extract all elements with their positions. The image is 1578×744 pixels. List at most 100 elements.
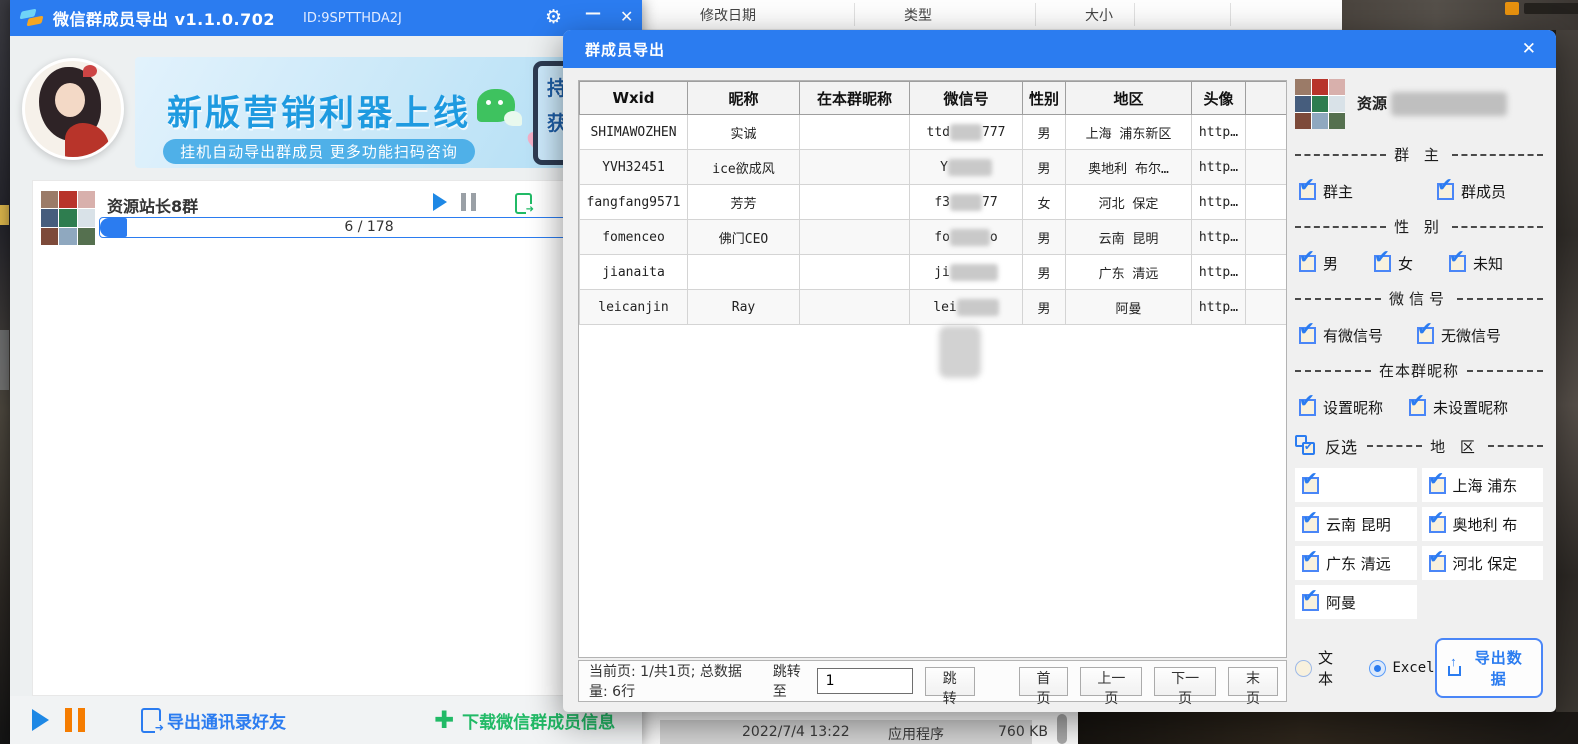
- cell-wxid: leicanjin: [580, 290, 688, 325]
- table-row[interactable]: YVH32451 ice欲成风 Y 男 奥地利 布尔… http…: [580, 150, 1287, 185]
- checkbox-region[interactable]: ✔: [1429, 477, 1446, 494]
- checkbox-female[interactable]: ✔: [1374, 255, 1391, 272]
- export-controls: 文本 Excel 导出数据: [1295, 638, 1543, 698]
- checkbox-label: 设置昵称: [1323, 397, 1383, 418]
- col-wxid[interactable]: Wxid: [580, 82, 688, 115]
- checkbox-region[interactable]: ✔: [1302, 594, 1319, 611]
- prev-page-button[interactable]: 上一页: [1080, 667, 1142, 696]
- checkbox-male[interactable]: ✔: [1299, 255, 1316, 272]
- censored-block: [950, 264, 998, 281]
- next-page-button[interactable]: 下一页: [1154, 667, 1216, 696]
- cell-region: 奥地利 布尔…: [1066, 150, 1192, 185]
- invert-selection-icon[interactable]: [1295, 435, 1317, 457]
- owner-options: ✔ 群主 ✔ 群成员: [1295, 181, 1543, 202]
- cell-region: 广东 清远: [1066, 255, 1192, 290]
- export-contacts-icon[interactable]: [141, 708, 161, 733]
- table-row[interactable]: SHIMAWOZHEN 实诚 ttd777 男 上海 浦东新区 http…: [580, 115, 1287, 150]
- explorer-scrollbar[interactable]: [1057, 714, 1067, 744]
- close-button[interactable]: ✕: [620, 7, 633, 26]
- file-explorer-header: 修改日期 类型 大小: [642, 0, 1342, 30]
- export-data-button[interactable]: 导出数据: [1435, 638, 1543, 698]
- region-cell-yunnan[interactable]: ✔ 云南 昆明: [1295, 507, 1417, 541]
- filter-group-header: 资源: [1295, 78, 1543, 130]
- col-group-nickname[interactable]: 在本群昵称: [800, 82, 910, 115]
- radio-text-format[interactable]: [1295, 660, 1312, 677]
- cell-avatar-url: http…: [1192, 150, 1246, 185]
- censored-block: [950, 229, 990, 246]
- checkbox-label: 广东 清远: [1326, 553, 1391, 574]
- column-divider: [1134, 3, 1135, 26]
- explorer-column-date[interactable]: 修改日期: [700, 5, 756, 25]
- progress-bar: 6 / 178: [99, 217, 639, 238]
- jump-page-input[interactable]: [817, 668, 913, 694]
- pause-all-button[interactable]: [65, 708, 85, 732]
- gender-options: ✔ 男 ✔ 女 ✔ 未知: [1295, 253, 1543, 274]
- region-cell-hebei[interactable]: ✔ 河北 保定: [1422, 546, 1544, 580]
- banner-headline: 新版营销利器上线: [167, 85, 471, 136]
- checkbox-region[interactable]: ✔: [1302, 477, 1319, 494]
- cell-extra: [1246, 185, 1287, 220]
- checkbox-region[interactable]: ✔: [1429, 516, 1446, 533]
- settings-gear-icon[interactable]: ⚙: [545, 6, 562, 28]
- region-cell-blank[interactable]: ✔: [1295, 468, 1417, 502]
- checkbox-region[interactable]: ✔: [1429, 555, 1446, 572]
- region-cell-oman[interactable]: ✔ 阿曼: [1295, 585, 1417, 619]
- first-page-button[interactable]: 首页: [1019, 667, 1069, 696]
- table-row[interactable]: fomenceo 佛门CEO foo 男 云南 昆明 http…: [580, 220, 1287, 255]
- checkbox-unknown[interactable]: ✔: [1449, 255, 1466, 272]
- cell-wechat-id: Y: [910, 150, 1023, 185]
- section-nickname-title: 在本群昵称: [1295, 360, 1543, 381]
- col-region[interactable]: 地区: [1066, 82, 1192, 115]
- checkbox-has-nickname[interactable]: ✔: [1299, 399, 1316, 416]
- invert-selection-button[interactable]: 反选: [1325, 434, 1357, 458]
- cell-avatar-url: http…: [1192, 290, 1246, 325]
- radio-label: Excel: [1392, 660, 1434, 676]
- cell-wechat-id: f377: [910, 185, 1023, 220]
- checkbox-has-wechat[interactable]: ✔: [1299, 327, 1316, 344]
- column-divider: [1230, 3, 1231, 26]
- table-row[interactable]: leicanjin Ray lei 男 阿曼 http…: [580, 290, 1287, 325]
- region-cell-austria[interactable]: ✔ 奥地利 布: [1422, 507, 1544, 541]
- col-gender[interactable]: 性别: [1023, 82, 1066, 115]
- checkbox-member[interactable]: ✔: [1437, 183, 1454, 200]
- checkbox-no-nickname[interactable]: ✔: [1409, 399, 1426, 416]
- export-contacts-button[interactable]: 导出通讯录好友: [167, 708, 286, 733]
- cell-wechat-id: lei: [910, 290, 1023, 325]
- cell-extra: [1246, 220, 1287, 255]
- table-row[interactable]: fangfang9571 芳芳 f377 女 河北 保定 http…: [580, 185, 1287, 220]
- game-window-right: [1556, 30, 1578, 712]
- export-group-icon[interactable]: [515, 193, 532, 214]
- dialog-close-button[interactable]: ✕: [1522, 39, 1536, 59]
- radio-excel-format[interactable]: [1369, 660, 1386, 677]
- desktop-texture: [0, 330, 9, 390]
- checkbox-owner[interactable]: ✔: [1299, 183, 1316, 200]
- user-avatar: [22, 58, 124, 160]
- checkbox-label: 群成员: [1461, 181, 1506, 202]
- jump-button[interactable]: 跳转: [925, 667, 975, 696]
- checkbox-no-wechat[interactable]: ✔: [1417, 327, 1434, 344]
- checkbox-label: 无微信号: [1441, 325, 1501, 346]
- col-extra[interactable]: [1246, 82, 1287, 115]
- cell-wxid: fangfang9571: [580, 185, 688, 220]
- last-page-button[interactable]: 末页: [1228, 667, 1278, 696]
- col-nickname[interactable]: 昵称: [688, 82, 800, 115]
- col-avatar[interactable]: 头像: [1192, 82, 1246, 115]
- play-all-button[interactable]: [32, 709, 49, 731]
- explorer-column-size[interactable]: 大小: [1085, 5, 1113, 25]
- table-row[interactable]: jianaita ji 男 广东 清远 http…: [580, 255, 1287, 290]
- pause-button[interactable]: [461, 193, 476, 211]
- cell-gender: 男: [1023, 290, 1066, 325]
- region-cell-shanghai[interactable]: ✔ 上海 浦东: [1422, 468, 1544, 502]
- col-wechat-id[interactable]: 微信号: [910, 82, 1023, 115]
- checkbox-label: 上海 浦东: [1453, 475, 1518, 496]
- play-button[interactable]: [433, 193, 447, 211]
- explorer-column-type[interactable]: 类型: [904, 5, 932, 25]
- group-list-panel: 资源站长8群 6 / 178: [32, 180, 642, 696]
- dialog-titlebar: 群成员导出 ✕: [563, 30, 1556, 68]
- minimize-button[interactable]: —: [585, 3, 601, 22]
- checkbox-region[interactable]: ✔: [1302, 516, 1319, 533]
- checkbox-region[interactable]: ✔: [1302, 555, 1319, 572]
- cell-gender: 男: [1023, 150, 1066, 185]
- region-cell-guangdong[interactable]: ✔ 广东 清远: [1295, 546, 1417, 580]
- group-name-visible: 资源: [1357, 95, 1387, 113]
